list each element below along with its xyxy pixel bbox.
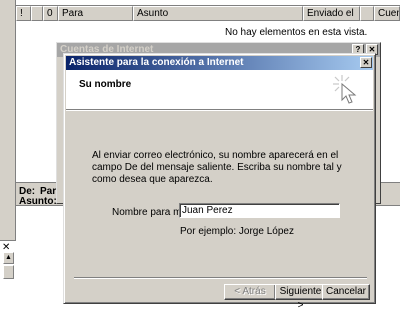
wizard-titlebar: Asistente para la conexión a Internet ✕	[66, 56, 373, 70]
step-title: Su nombre	[79, 79, 132, 90]
cancel-button[interactable]: Cancelar	[322, 284, 370, 300]
display-name-input[interactable]: Juan Perez	[179, 203, 340, 218]
column-account[interactable]: Cuenta	[374, 6, 400, 21]
wizard-title: Asistente para la conexión a Internet	[69, 57, 244, 68]
column-attachment[interactable]	[31, 6, 43, 21]
button-divider	[74, 277, 367, 279]
message-list-header: ! 0 Para Asunto Enviado el Cuenta	[16, 5, 400, 21]
wizard-header: Su nombre	[66, 70, 373, 110]
connection-wizard-dialog: Asistente para la conexión a Internet ✕ …	[63, 53, 376, 311]
column-sent[interactable]: Enviado el	[303, 6, 360, 21]
column-subject[interactable]: Asunto	[133, 6, 303, 21]
column-flag[interactable]: 0	[43, 6, 58, 21]
back-button[interactable]: < Atrás	[224, 284, 276, 300]
column-priority[interactable]: !	[16, 6, 31, 21]
column-sort[interactable]	[360, 6, 374, 21]
wizard-cursor-icon	[333, 75, 357, 104]
scroll-up-button[interactable]: ▲	[3, 252, 14, 264]
column-to[interactable]: Para	[58, 6, 133, 21]
scrollbar-thumb[interactable]	[3, 265, 14, 279]
next-button[interactable]: Siguiente >	[275, 284, 326, 311]
wizard-close-button[interactable]: ✕	[360, 57, 372, 68]
empty-list-message: No hay elementos en esta vista.	[225, 27, 368, 38]
header-divider	[66, 110, 373, 111]
intro-text: Al enviar correo electrónico, su nombre …	[92, 150, 342, 185]
example-text: Por ejemplo: Jorge López	[180, 226, 294, 237]
